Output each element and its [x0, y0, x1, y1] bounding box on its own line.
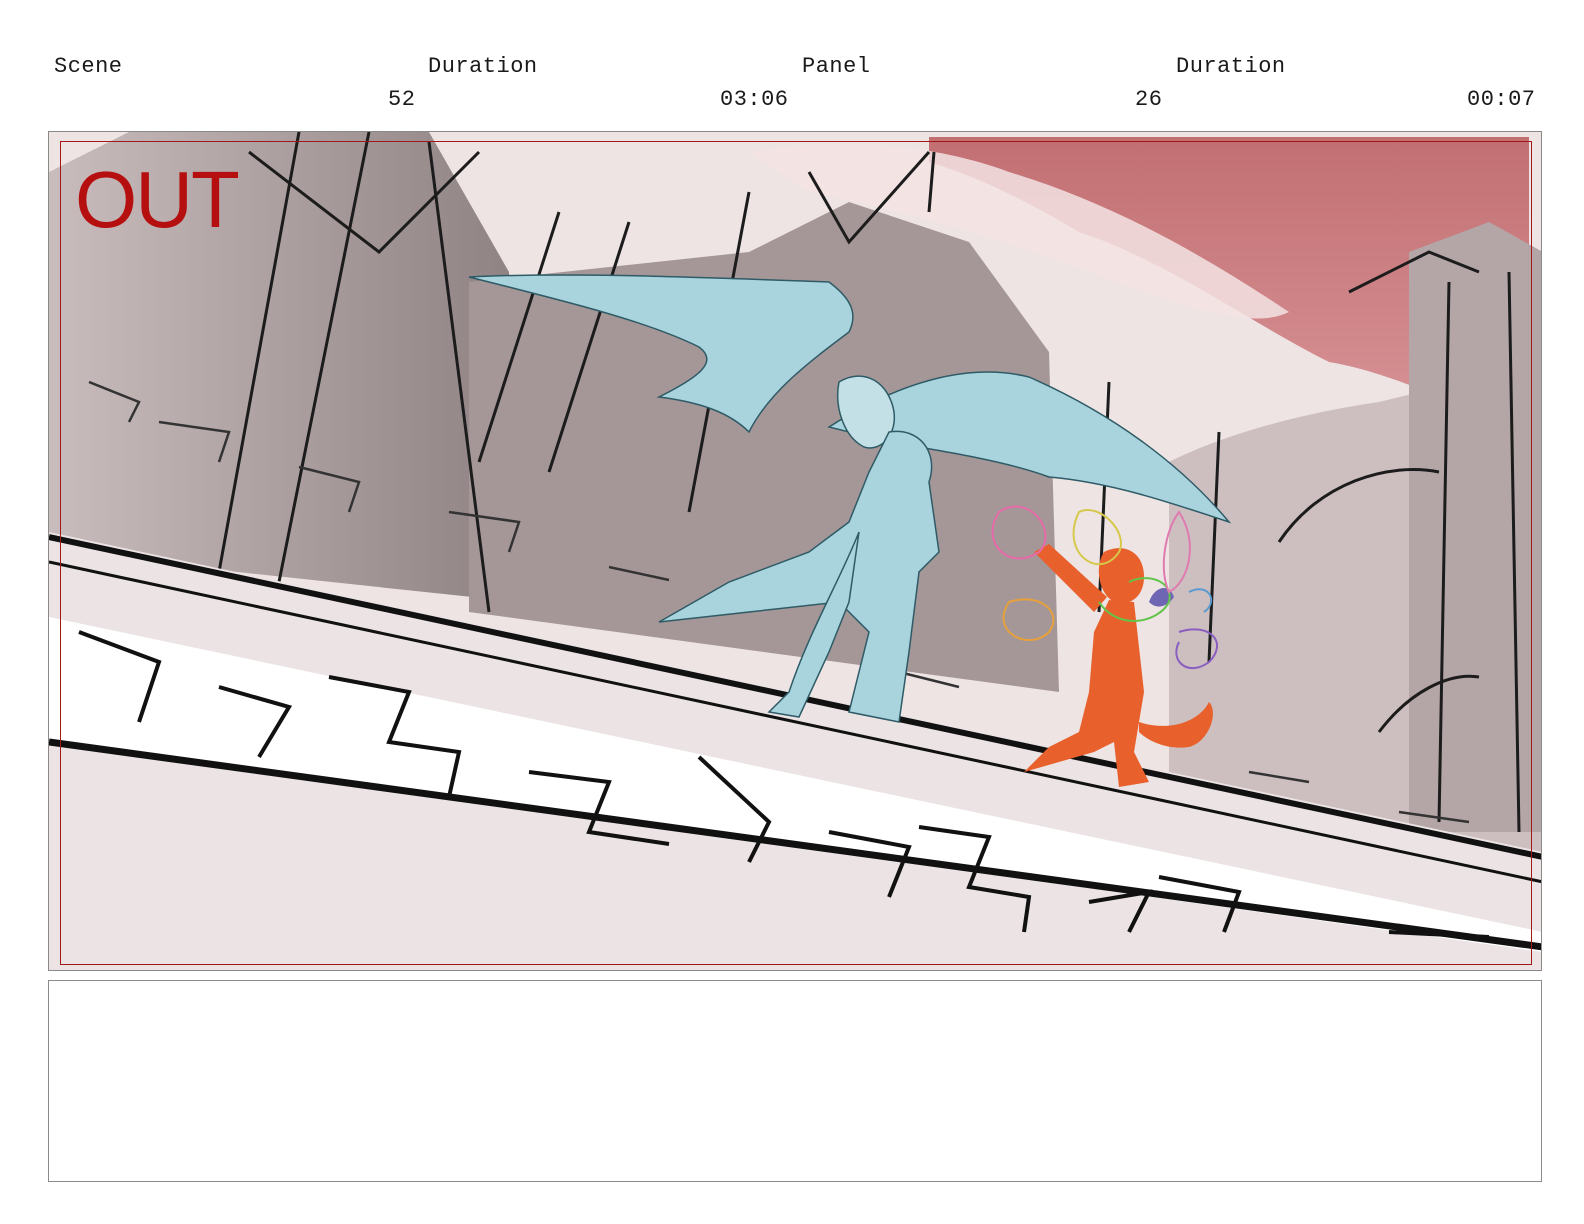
storyboard-panel: OUT	[48, 131, 1542, 971]
panel-number: 26	[1135, 87, 1163, 112]
scene-duration-label: Duration	[428, 54, 538, 79]
panel-duration: 00:07	[1467, 87, 1536, 112]
scene-duration: 03:06	[720, 87, 789, 112]
panel-label: Panel	[802, 54, 871, 79]
scene-number: 52	[388, 87, 416, 112]
panel-duration-label: Duration	[1176, 54, 1286, 79]
out-marker: OUT	[75, 155, 240, 244]
panel-drawing	[49, 132, 1541, 970]
scene-label: Scene	[54, 54, 123, 79]
notes-box[interactable]	[48, 980, 1542, 1182]
tower-right	[1409, 222, 1541, 832]
